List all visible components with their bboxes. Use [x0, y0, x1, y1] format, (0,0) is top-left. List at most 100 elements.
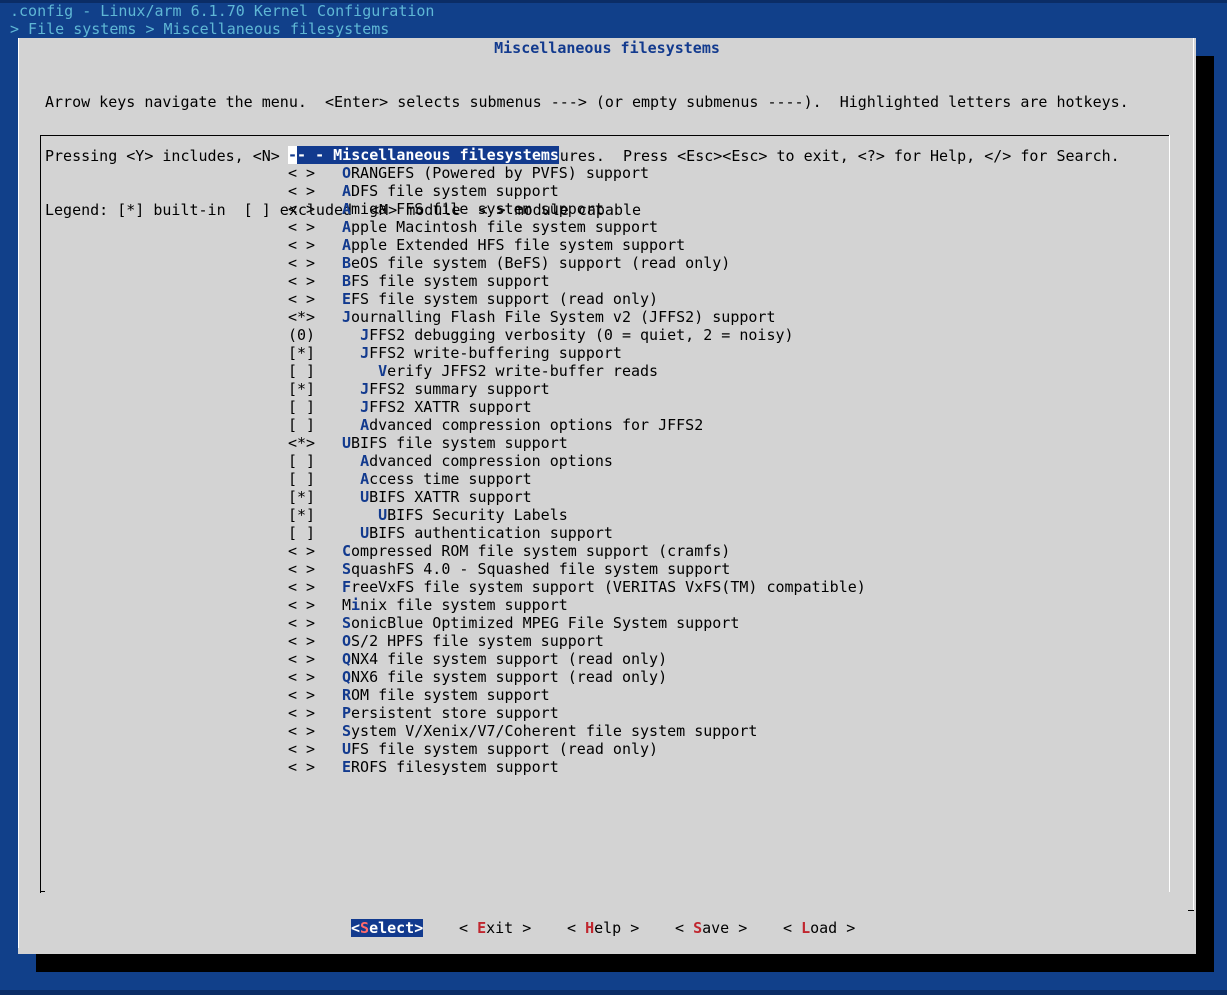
menu-item-state[interactable]: < >: [288, 164, 342, 182]
menu-item-label: Apple Macintosh file system support: [342, 218, 659, 236]
menu-item[interactable]: < > QNX4 file system support (read only): [288, 650, 866, 668]
menu-item[interactable]: < > OS/2 HPFS file system support: [288, 632, 866, 650]
menu-item-label: SquashFS 4.0 - Squashed file system supp…: [342, 560, 731, 578]
menu-item-state[interactable]: < >: [288, 740, 342, 758]
menu-item-label: ADFS file system support: [342, 182, 559, 200]
exit-hotkey: E: [477, 919, 487, 937]
menu-item-label: System V/Xenix/V7/Coherent file system s…: [342, 722, 758, 740]
menu-item[interactable]: <*> UBIFS file system support: [288, 434, 866, 452]
menu-item-state[interactable]: [*]: [288, 488, 342, 506]
menu-item-state[interactable]: <*>: [288, 308, 342, 326]
menu-item-label: JFFS2 summary support: [360, 380, 550, 398]
menu-item-state[interactable]: [ ]: [288, 524, 342, 542]
menu-item-label: Advanced compression options: [360, 452, 613, 470]
menu-item-state[interactable]: [*]: [288, 380, 342, 398]
menu-item[interactable]: < > Apple Extended HFS file system suppor…: [288, 236, 866, 254]
save-button[interactable]: < Save >: [675, 919, 747, 937]
menu-item[interactable]: < > UFS file system support (read only): [288, 740, 866, 758]
menu-item[interactable]: < > ROM file system support: [288, 686, 866, 704]
menu-item-state[interactable]: [ ]: [288, 470, 342, 488]
menu-item[interactable]: <*> Journalling Flash File System v2 (JFF…: [288, 308, 866, 326]
menu-item-label: JFFS2 XATTR support: [360, 398, 532, 416]
exit-button[interactable]: < Exit >: [459, 919, 531, 937]
menu-item-state[interactable]: < >: [288, 722, 342, 740]
menu-item-label: SonicBlue Optimized MPEG File System sup…: [342, 614, 740, 632]
help-hotkey: H: [585, 919, 595, 937]
menu-item-state[interactable]: < >: [288, 704, 342, 722]
menu-item-state[interactable]: < >: [288, 560, 342, 578]
menu-item[interactable]: < > Compressed ROM file system support (c…: [288, 542, 866, 560]
menu-item-state[interactable]: < >: [288, 578, 342, 596]
menu-item-state[interactable]: < >: [288, 254, 342, 272]
menu-item[interactable]: [*] UBIFS XATTR support: [288, 488, 866, 506]
menu-item-label: QNX4 file system support (read only): [342, 650, 668, 668]
menu-item[interactable]: < > Persistent store support: [288, 704, 866, 722]
menu-item-state[interactable]: < >: [288, 614, 342, 632]
menu-item[interactable]: [*] UBIFS Security Labels: [288, 506, 866, 524]
menu-item[interactable]: (0) JFFS2 debugging verbosity (0 = quiet…: [288, 326, 866, 344]
menu-item[interactable]: [ ] Verify JFFS2 write-buffer reads: [288, 362, 866, 380]
menu-item[interactable]: [ ] JFFS2 XATTR support: [288, 398, 866, 416]
select-button[interactable]: <Select>: [351, 919, 424, 937]
menu-item[interactable]: < > EROFS filesystem support: [288, 758, 866, 776]
menu-item[interactable]: < > SonicBlue Optimized MPEG File System …: [288, 614, 866, 632]
help-button[interactable]: < Help >: [567, 919, 639, 937]
menu-item-state[interactable]: <*>: [288, 434, 342, 452]
menu-item-label: OS/2 HPFS file system support: [342, 632, 604, 650]
menu-item[interactable]: < > BFS file system support: [288, 272, 866, 290]
menu-item-label: Journalling Flash File System v2 (JFFS2)…: [342, 308, 776, 326]
terminal-bottom-edge: [0, 990, 1227, 995]
menu-item-state[interactable]: < >: [288, 758, 342, 776]
menu-item-state[interactable]: (0): [288, 326, 342, 344]
menu-list[interactable]: -- - Miscellaneous filesystems < > ORANGEF…: [288, 146, 866, 776]
menu-item-state[interactable]: < >: [288, 542, 342, 560]
menu-item[interactable]: < > EFS file system support (read only): [288, 290, 866, 308]
menu-item-state[interactable]: < >: [288, 686, 342, 704]
menu-item[interactable]: < > System V/Xenix/V7/Coherent file syste…: [288, 722, 866, 740]
menu-item-label: QNX6 file system support (read only): [342, 668, 668, 686]
menu-item-state[interactable]: < >: [288, 632, 342, 650]
menu-item-state[interactable]: [*]: [288, 506, 342, 524]
menu-item-label: Amiga FFS file system support: [342, 200, 604, 218]
menu-item-state[interactable]: [*]: [288, 344, 342, 362]
menu-item[interactable]: < > Minix file system support: [288, 596, 866, 614]
menu-item-state[interactable]: < >: [288, 272, 342, 290]
menu-item-state[interactable]: < >: [288, 668, 342, 686]
menu-item-label: EFS file system support (read only): [342, 290, 659, 308]
menu-item-state[interactable]: < >: [288, 218, 342, 236]
menu-item[interactable]: [ ] UBIFS authentication support: [288, 524, 866, 542]
menu-item-state[interactable]: [ ]: [288, 452, 342, 470]
menu-item-state[interactable]: [ ]: [288, 362, 342, 380]
menu-frame-corner: [40, 891, 45, 892]
load-button[interactable]: < Load >: [783, 919, 855, 937]
menu-item-label: JFFS2 write-buffering support: [360, 344, 622, 362]
save-hotkey: S: [693, 919, 703, 937]
menu-item-state[interactable]: < >: [288, 236, 342, 254]
menu-item[interactable]: < > ORANGEFS (Powered by PVFS) support: [288, 164, 866, 182]
menu-item-state[interactable]: < >: [288, 200, 342, 218]
menu-item-state[interactable]: < >: [288, 596, 342, 614]
menu-item[interactable]: < > SquashFS 4.0 - Squashed file system s…: [288, 560, 866, 578]
menu-item[interactable]: -- - Miscellaneous filesystems: [288, 146, 866, 164]
menu-item[interactable]: < > Apple Macintosh file system support: [288, 218, 866, 236]
menu-item-label: Persistent store support: [342, 704, 559, 722]
config-title: .config - Linux/arm 6.1.70 Kernel Config…: [10, 2, 435, 20]
menu-item-label: BeOS file system (BeFS) support (read on…: [342, 254, 731, 272]
menu-item[interactable]: < > Amiga FFS file system support: [288, 200, 866, 218]
menu-item[interactable]: [ ] Advanced compression options for JFF…: [288, 416, 866, 434]
menu-item-label: Verify JFFS2 write-buffer reads: [378, 362, 659, 380]
menu-item[interactable]: < > BeOS file system (BeFS) support (read…: [288, 254, 866, 272]
menu-item[interactable]: [*] JFFS2 write-buffering support: [288, 344, 866, 362]
menu-item-state[interactable]: < >: [288, 650, 342, 668]
menu-item-state[interactable]: < >: [288, 290, 342, 308]
menu-item-state[interactable]: [ ]: [288, 398, 342, 416]
menu-item-state[interactable]: [ ]: [288, 416, 342, 434]
menu-item[interactable]: < > FreeVxFS file system support (VERITAS…: [288, 578, 866, 596]
menu-item-state[interactable]: --: [288, 146, 307, 164]
menu-item[interactable]: [ ] Access time support: [288, 470, 866, 488]
menu-item[interactable]: < > QNX6 file system support (read only): [288, 668, 866, 686]
menu-item[interactable]: [*] JFFS2 summary support: [288, 380, 866, 398]
menu-item[interactable]: [ ] Advanced compression options: [288, 452, 866, 470]
menu-item-state[interactable]: < >: [288, 182, 342, 200]
menu-item[interactable]: < > ADFS file system support: [288, 182, 866, 200]
